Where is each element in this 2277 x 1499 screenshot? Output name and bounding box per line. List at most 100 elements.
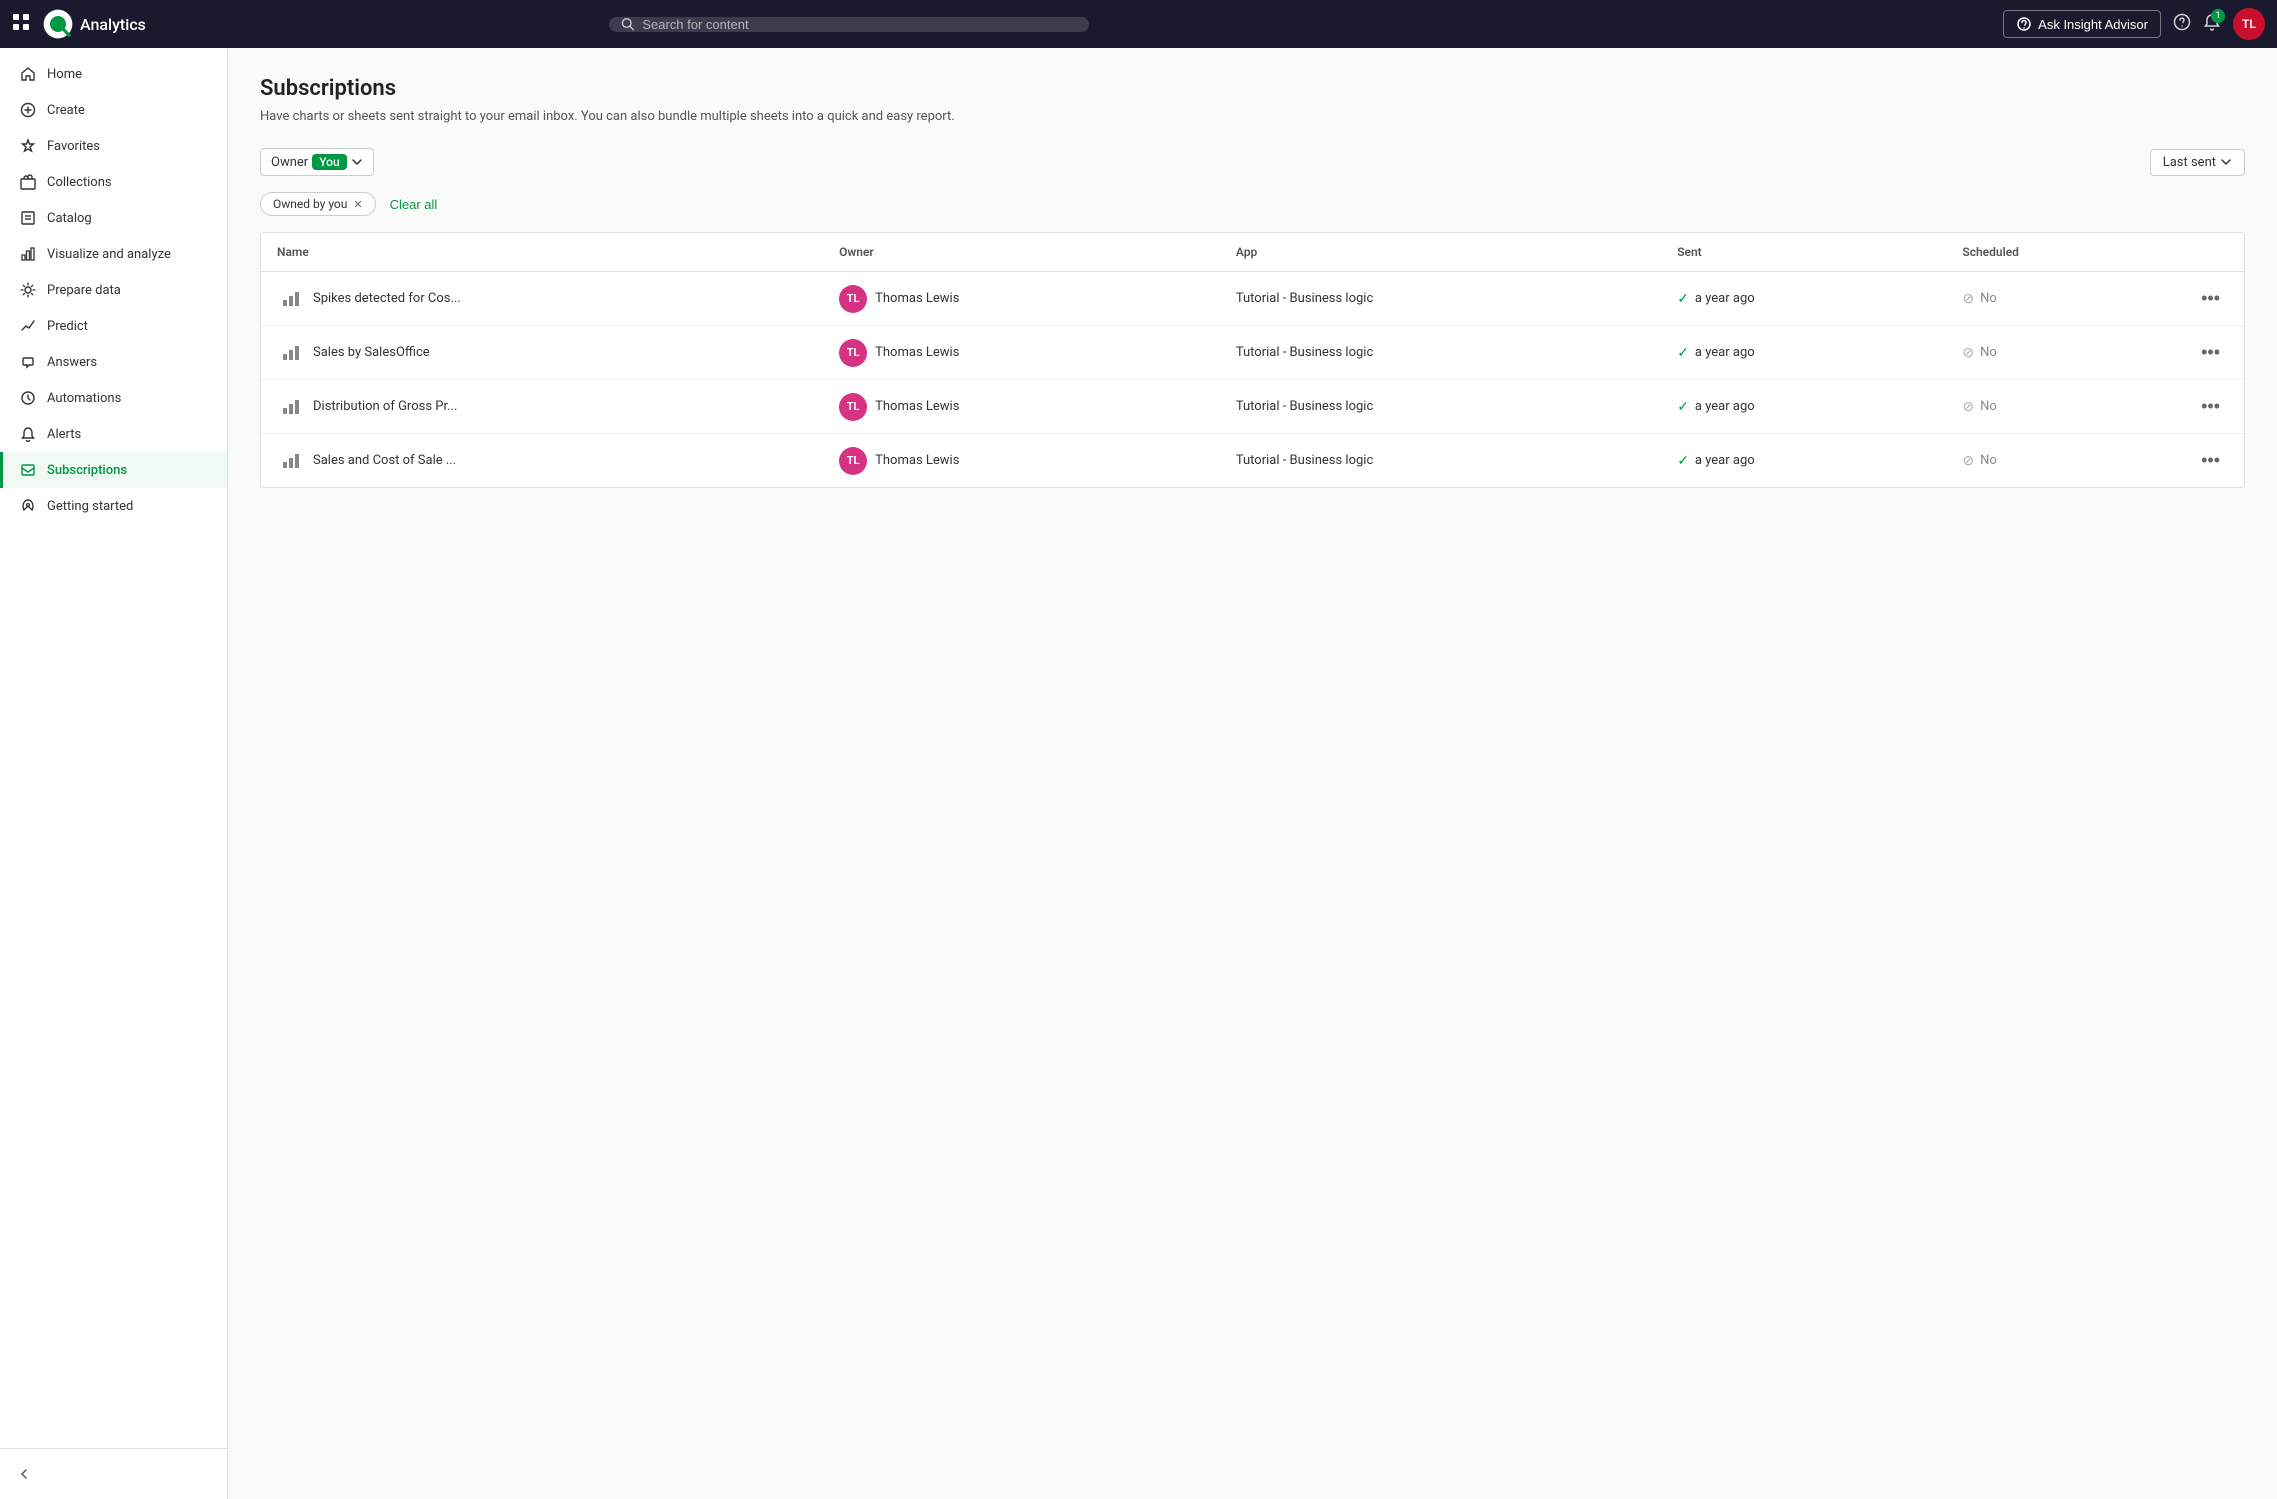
app-name: Tutorial - Business logic bbox=[1236, 291, 1373, 306]
sent-check-icon: ✓ bbox=[1677, 345, 1689, 361]
row-more-button[interactable]: ••• bbox=[2193, 338, 2228, 367]
home-icon bbox=[19, 65, 37, 83]
row-scheduled-cell: ⊘ No bbox=[1946, 434, 2177, 488]
notification-badge: 1 bbox=[2211, 9, 2225, 23]
subscriptions-table: Name Owner App Sent Scheduled bbox=[260, 232, 2245, 488]
row-scheduled-cell: ⊘ No bbox=[1946, 380, 2177, 434]
owner-name: Thomas Lewis bbox=[875, 399, 959, 414]
sidebar-item-create[interactable]: Create bbox=[0, 92, 227, 128]
sidebar-item-predict[interactable]: Predict bbox=[0, 308, 227, 344]
owner-avatar: TL bbox=[839, 285, 867, 313]
col-header-name: Name bbox=[261, 233, 823, 272]
row-app-cell: Tutorial - Business logic bbox=[1220, 434, 1661, 488]
sidebar-label-catalog: Catalog bbox=[47, 211, 92, 226]
sort-label: Last sent bbox=[2163, 155, 2216, 170]
sidebar-item-alerts[interactable]: Alerts bbox=[0, 416, 227, 452]
rocket-icon bbox=[19, 497, 37, 515]
main-content: Subscriptions Have charts or sheets sent… bbox=[228, 48, 2277, 1499]
search-icon bbox=[621, 17, 634, 31]
row-actions-cell[interactable]: ••• bbox=[2177, 272, 2244, 326]
sent-time: a year ago bbox=[1695, 291, 1755, 306]
app-name: Tutorial - Business logic bbox=[1236, 453, 1373, 468]
predict-icon bbox=[19, 317, 37, 335]
row-app-cell: Tutorial - Business logic bbox=[1220, 326, 1661, 380]
answers-icon bbox=[19, 353, 37, 371]
user-avatar[interactable]: TL bbox=[2233, 8, 2265, 40]
grid-icon[interactable] bbox=[12, 13, 30, 36]
row-more-button[interactable]: ••• bbox=[2193, 392, 2228, 421]
table-row: Sales by SalesOffice TL Thomas Lewis Tut… bbox=[261, 326, 2244, 380]
page-description: Have charts or sheets sent straight to y… bbox=[260, 109, 2245, 124]
sidebar: Home Create Favorites Collections Catalo… bbox=[0, 48, 228, 1499]
row-chart-icon bbox=[277, 285, 305, 313]
sort-chevron-icon bbox=[2220, 156, 2232, 168]
row-more-button[interactable]: ••• bbox=[2193, 284, 2228, 313]
filters-bar: Owner You Last sent bbox=[260, 148, 2245, 176]
row-name-cell[interactable]: Sales and Cost of Sale ... bbox=[261, 434, 823, 488]
automations-icon bbox=[19, 389, 37, 407]
row-name-cell[interactable]: Spikes detected for Cos... bbox=[261, 272, 823, 326]
app-name: Tutorial - Business logic bbox=[1236, 399, 1373, 414]
sidebar-collapse-button[interactable] bbox=[0, 1457, 227, 1491]
sidebar-item-answers[interactable]: Answers bbox=[0, 344, 227, 380]
sent-check-icon: ✓ bbox=[1677, 399, 1689, 415]
sidebar-item-prepare[interactable]: Prepare data bbox=[0, 272, 227, 308]
no-schedule-icon: ⊘ bbox=[1962, 399, 1974, 415]
row-sent-cell: ✓ a year ago bbox=[1661, 380, 1946, 434]
row-actions-cell[interactable]: ••• bbox=[2177, 434, 2244, 488]
col-header-sent: Sent bbox=[1661, 233, 1946, 272]
table-row: Spikes detected for Cos... TL Thomas Lew… bbox=[261, 272, 2244, 326]
owner-name: Thomas Lewis bbox=[875, 291, 959, 306]
col-header-app: App bbox=[1220, 233, 1661, 272]
sidebar-item-home[interactable]: Home bbox=[0, 56, 227, 92]
scheduled-value: No bbox=[1980, 453, 1997, 468]
insight-advisor-button[interactable]: Ask Insight Advisor bbox=[2003, 10, 2161, 38]
sidebar-item-favorites[interactable]: Favorites bbox=[0, 128, 227, 164]
row-actions-cell[interactable]: ••• bbox=[2177, 380, 2244, 434]
sent-check-icon: ✓ bbox=[1677, 291, 1689, 307]
sidebar-item-subscriptions[interactable]: Subscriptions bbox=[0, 452, 227, 488]
scheduled-value: No bbox=[1980, 345, 1997, 360]
row-app-cell: Tutorial - Business logic bbox=[1220, 380, 1661, 434]
row-name-cell[interactable]: Distribution of Gross Pr... bbox=[261, 380, 823, 434]
owned-by-you-pill[interactable]: Owned by you ✕ bbox=[260, 192, 376, 216]
sent-check-icon: ✓ bbox=[1677, 453, 1689, 469]
owner-name: Thomas Lewis bbox=[875, 345, 959, 360]
row-actions-cell[interactable]: ••• bbox=[2177, 326, 2244, 380]
sidebar-label-getting-started: Getting started bbox=[47, 499, 133, 514]
sidebar-item-visualize[interactable]: Visualize and analyze bbox=[0, 236, 227, 272]
sidebar-item-getting-started[interactable]: Getting started bbox=[0, 488, 227, 524]
row-app-cell: Tutorial - Business logic bbox=[1220, 272, 1661, 326]
topnav-actions: Ask Insight Advisor 1 TL bbox=[2003, 8, 2265, 40]
help-icon[interactable] bbox=[2173, 13, 2191, 36]
owner-filter-dropdown[interactable]: Owner You bbox=[260, 148, 374, 176]
notifications-icon[interactable]: 1 bbox=[2203, 13, 2221, 36]
row-name: Sales and Cost of Sale ... bbox=[313, 453, 456, 468]
row-name: Distribution of Gross Pr... bbox=[313, 399, 457, 414]
sidebar-label-collections: Collections bbox=[47, 175, 112, 190]
table: Name Owner App Sent Scheduled bbox=[261, 233, 2244, 487]
col-header-actions bbox=[2177, 233, 2244, 272]
page-title: Subscriptions bbox=[260, 76, 2245, 101]
row-sent-cell: ✓ a year ago bbox=[1661, 272, 1946, 326]
owner-name: Thomas Lewis bbox=[875, 453, 959, 468]
sent-time: a year ago bbox=[1695, 345, 1755, 360]
sidebar-label-visualize: Visualize and analyze bbox=[47, 247, 171, 262]
clear-all-button[interactable]: Clear all bbox=[384, 193, 444, 216]
sidebar-item-catalog[interactable]: Catalog bbox=[0, 200, 227, 236]
table-row: Sales and Cost of Sale ... TL Thomas Lew… bbox=[261, 434, 2244, 488]
row-owner-cell: TL Thomas Lewis bbox=[823, 434, 1220, 488]
row-name-cell[interactable]: Sales by SalesOffice bbox=[261, 326, 823, 380]
row-more-button[interactable]: ••• bbox=[2193, 446, 2228, 475]
search-bar[interactable] bbox=[609, 17, 1089, 32]
sidebar-label-create: Create bbox=[47, 103, 85, 118]
remove-pill-icon[interactable]: ✕ bbox=[353, 198, 362, 211]
sort-dropdown[interactable]: Last sent bbox=[2150, 149, 2245, 176]
sidebar-item-collections[interactable]: Collections bbox=[0, 164, 227, 200]
sidebar-item-automations[interactable]: Automations bbox=[0, 380, 227, 416]
owner-avatar: TL bbox=[839, 447, 867, 475]
app-logo[interactable]: Analytics bbox=[42, 8, 146, 40]
search-input[interactable] bbox=[642, 17, 1077, 32]
star-icon bbox=[19, 137, 37, 155]
scheduled-value: No bbox=[1980, 399, 1997, 414]
